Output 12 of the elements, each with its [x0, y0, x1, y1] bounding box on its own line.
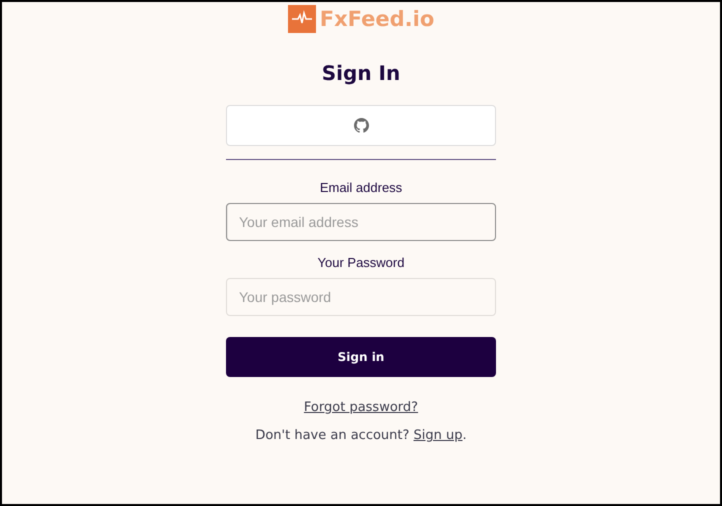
page-title: Sign In	[322, 60, 400, 87]
field-label: Email address	[320, 180, 402, 195]
github-sign-in-button[interactable]	[226, 105, 496, 146]
forgot-password-link[interactable]: Forgot password?	[304, 400, 418, 415]
sign-in-button[interactable]: Sign in	[226, 337, 496, 377]
sign-up-link[interactable]: Sign up	[414, 428, 463, 443]
github-icon	[354, 118, 368, 133]
logo-icon	[288, 5, 316, 33]
sign-up-prompt: Don't have an account? Sign up.	[255, 428, 467, 443]
input-field[interactable]: Your email address	[226, 203, 496, 241]
field-label: Your Password	[318, 255, 404, 270]
brand-name: FxFeed.io	[320, 7, 434, 31]
